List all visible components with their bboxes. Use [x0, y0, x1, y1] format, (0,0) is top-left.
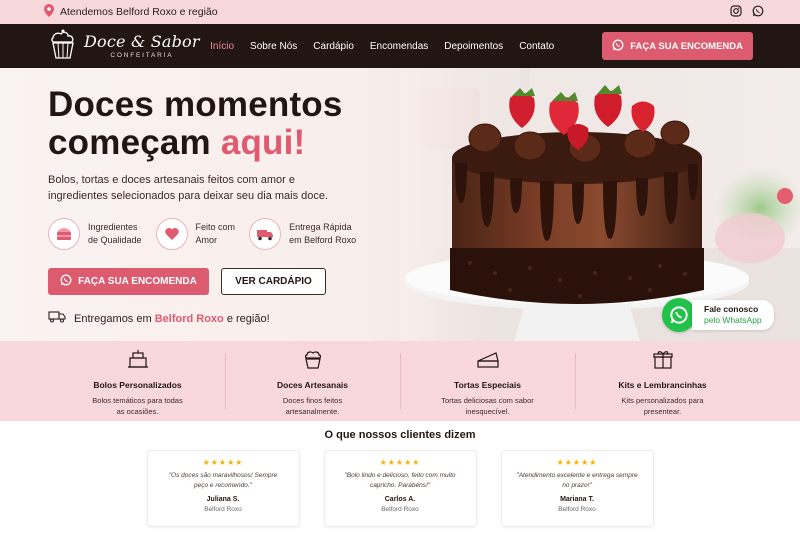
location-info: Atendemos Belford Roxo e região	[44, 4, 218, 20]
delivery-suffix: e região!	[223, 312, 270, 325]
whatsapp-icon[interactable]	[752, 5, 764, 20]
nav-item-inicio[interactable]: Início	[210, 41, 234, 52]
gift-icon	[652, 349, 674, 374]
feature-love-line2: Amor	[195, 235, 218, 245]
truck-icon	[249, 218, 282, 250]
feature-quality: Ingredientes de Qualidade	[48, 218, 142, 250]
top-bar: Atendemos Belford Roxo e região	[0, 0, 800, 24]
brand-logo[interactable]: Doce & Sabor CONFEITARIA	[48, 28, 200, 65]
testimonial-city: Belford Roxo	[558, 506, 596, 513]
feature-delivery-line1: Entrega Rápida	[289, 222, 352, 232]
pie-slice-icon	[476, 349, 500, 374]
feature-quality-line1: Ingredientes	[88, 222, 138, 232]
hero-title-accent: aqui!	[220, 123, 306, 162]
testimonials-section: O que nossos clientes dizem ★★★★★ "Os do…	[0, 421, 800, 533]
delivery-truck-icon	[48, 311, 66, 326]
testimonials-heading: O que nossos clientes dizem	[324, 429, 476, 441]
testimonial-city: Belford Roxo	[204, 506, 242, 513]
whatsapp-float-line1: Fale conosco	[704, 304, 759, 314]
category-doces-desc: Doces finos feitos artesanalmente.	[282, 396, 343, 416]
instagram-icon[interactable]	[730, 4, 742, 20]
category-tortas-desc: Tortas deliciosas com sabor inesquecível…	[441, 396, 534, 416]
delivery-city: Belford Roxo	[154, 312, 224, 325]
nav-item-sobre-nos[interactable]: Sobre Nós	[250, 41, 297, 52]
hero-buttons: FAÇA SUA ENCOMENDA VER CARDÁPIO	[48, 268, 378, 295]
nav-item-contato[interactable]: Contato	[519, 41, 554, 52]
testimonial-cards: ★★★★★ "Os doces são maravilhosos! Sempre…	[0, 450, 800, 527]
feature-love-line1: Feito com	[195, 222, 236, 232]
nav-item-depoimentos[interactable]: Depoimentos	[444, 41, 503, 52]
whatsapp-float-label[interactable]: Fale conosco pelo WhatsApp	[692, 300, 774, 330]
category-kits-title: Kits e Lembrancinhas	[618, 380, 707, 390]
social-links	[730, 4, 764, 20]
delivery-text: Entregamos em Belford Roxo e região!	[74, 313, 270, 325]
main-navbar: Doce & Sabor CONFEITARIA Início Sobre Nó…	[0, 24, 800, 68]
hero-features: Ingredientes de Qualidade Feito com Amor E…	[48, 218, 378, 250]
nav-item-cardapio[interactable]: Cardápio	[313, 41, 354, 52]
hero-title: Doces momentos começam aqui!	[48, 86, 378, 162]
category-bolos[interactable]: Bolos Personalizados Bolos temáticos par…	[50, 341, 225, 421]
location-pin-icon	[44, 4, 54, 20]
category-kits-desc: Kits personalizados para presentear.	[621, 396, 704, 416]
category-tortas[interactable]: Tortas Especiais Tortas deliciosas com s…	[400, 341, 575, 421]
category-bolos-desc: Bolos temáticos para todas as ocasiões.	[92, 396, 183, 416]
whatsapp-float-icon[interactable]	[662, 298, 696, 332]
testimonial-card: ★★★★★ "Bolo lindo e delicioso, feito com…	[323, 450, 477, 527]
brand-name: Doce & Sabor	[84, 31, 200, 51]
testimonial-name: Juliana S.	[206, 496, 240, 503]
category-bolos-title: Bolos Personalizados	[93, 380, 182, 390]
rating-stars: ★★★★★	[556, 458, 598, 467]
feature-love: Feito com Amor	[155, 218, 236, 250]
cupcake-logo-icon	[48, 28, 78, 65]
feature-quality-line2: de Qualidade	[88, 235, 142, 245]
cake-slice-icon	[48, 218, 80, 250]
nav-menu: Início Sobre Nós Cardápio Encomendas Dep…	[210, 41, 554, 52]
category-tortas-title: Tortas Especiais	[454, 380, 521, 390]
testimonial-name: Carlos A.	[384, 496, 416, 503]
rating-stars: ★★★★★	[202, 458, 244, 467]
hero-order-button-label: FAÇA SUA ENCOMENDA	[78, 276, 197, 287]
hero-title-line2-prefix: começam	[48, 123, 221, 162]
feature-delivery-line2: em Belford Roxo	[289, 235, 357, 245]
categories-strip: Bolos Personalizados Bolos temáticos par…	[0, 341, 800, 421]
testimonial-city: Belford Roxo	[381, 506, 419, 513]
hero-title-line2: começam aqui!	[48, 124, 378, 162]
feature-delivery: Entrega Rápida em Belford Roxo	[249, 218, 356, 250]
delivery-note: Entregamos em Belford Roxo e região!	[48, 311, 378, 326]
hero-content: Doces momentos começam aqui! Bolos, tort…	[48, 86, 378, 326]
testimonial-quote: "Atendimento excelente e entrega sempre …	[516, 472, 638, 489]
hero-title-line1: Doces momentos	[48, 85, 343, 124]
brand-tagline: CONFEITARIA	[110, 51, 174, 59]
testimonial-quote: "Bolo lindo e delicioso, feito com muito…	[344, 472, 456, 489]
hero-lead: Bolos, tortas e doces artesanais feitos …	[48, 174, 329, 202]
rating-stars: ★★★★★	[379, 458, 421, 467]
heart-icon	[155, 218, 188, 250]
whatsapp-icon	[612, 39, 624, 54]
cake-icon	[127, 349, 149, 374]
category-kits[interactable]: Kits e Lembrancinhas Kits personalizados…	[575, 341, 750, 421]
testimonial-card: ★★★★★ "Atendimento excelente e entrega s…	[500, 450, 654, 527]
whatsapp-float-line2: pelo WhatsApp	[704, 315, 762, 325]
cupcake-icon	[302, 349, 324, 374]
nav-order-button[interactable]: FAÇA SUA ENCOMENDA	[602, 32, 753, 60]
nav-order-button-label: FAÇA SUA ENCOMENDA	[630, 40, 743, 52]
testimonial-quote: "Os doces são maravilhosos! Sempre peço …	[168, 472, 278, 489]
hero-order-button[interactable]: FAÇA SUA ENCOMENDA	[48, 268, 209, 295]
location-text: Atendemos Belford Roxo e região	[60, 6, 218, 18]
testimonial-name: Mariana T.	[560, 496, 594, 503]
whatsapp-float-widget[interactable]: Fale conosco pelo WhatsApp	[662, 298, 774, 332]
testimonial-card: ★★★★★ "Os doces são maravilhosos! Sempre…	[146, 450, 300, 527]
whatsapp-icon	[60, 274, 72, 289]
category-doces[interactable]: Doces Artesanais Doces finos feitos arte…	[225, 341, 400, 421]
nav-item-encomendas[interactable]: Encomendas	[370, 41, 428, 52]
category-doces-title: Doces Artesanais	[276, 380, 349, 390]
view-menu-button[interactable]: VER CARDÁPIO	[221, 268, 326, 295]
delivery-prefix: Entregamos em	[74, 312, 155, 325]
